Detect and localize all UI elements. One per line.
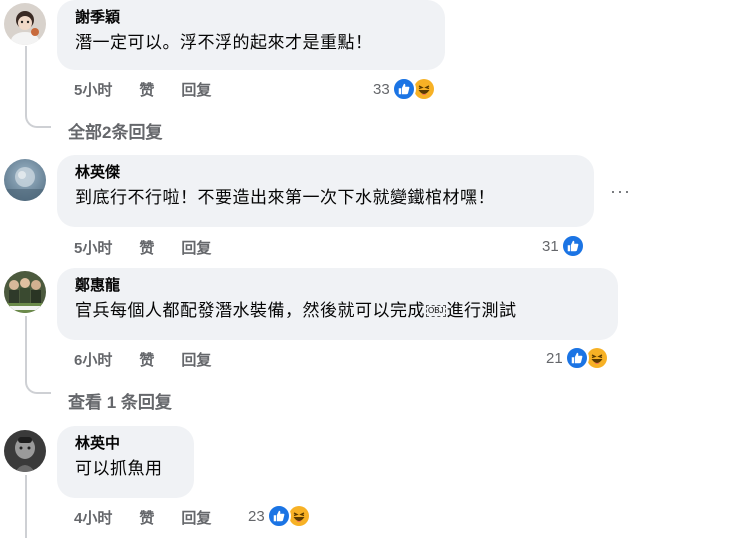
avatar[interactable] [4, 159, 46, 201]
reply-button[interactable]: 回复 [181, 82, 211, 99]
comment-actions: 6小时 赞 回复 [74, 349, 238, 370]
comment-text-part: 進行測試 [446, 301, 517, 320]
comment-time[interactable]: 6小时 [74, 352, 112, 369]
avatar[interactable] [4, 271, 46, 313]
comment-bubble: 謝季穎 潛一定可以。浮不浮的起來才是重點！ [57, 0, 445, 70]
object-replacement-glyph: OBJ [426, 305, 446, 317]
like-icon [391, 77, 416, 101]
reaction-summary[interactable]: 23 [248, 503, 311, 529]
comment-author[interactable]: 鄭惠龍 [75, 276, 604, 296]
comment-time[interactable]: 4小时 [74, 510, 112, 527]
reply-button[interactable]: 回复 [181, 240, 211, 257]
comment-text-part: 官兵每個人都配發潛水裝備，然後就可以完成 [75, 301, 425, 320]
like-button[interactable]: 赞 [139, 352, 154, 369]
like-icon [560, 234, 585, 258]
reaction-count: 33 [373, 80, 390, 98]
comment-actions: 4小时 赞 回复 [74, 507, 238, 528]
reaction-count: 23 [248, 507, 265, 525]
like-button[interactable]: 赞 [139, 82, 154, 99]
more-options-button[interactable]: ··· [610, 182, 631, 200]
view-replies-link[interactable]: 查看 1 条回复 [68, 388, 172, 413]
comment-author[interactable]: 林英傑 [75, 163, 580, 183]
thread-line-curve [25, 112, 51, 128]
comment-bubble: 林英中 可以抓魚用 [57, 426, 194, 498]
avatar[interactable] [4, 430, 46, 472]
comment-author[interactable]: 林英中 [75, 434, 180, 454]
comment-actions: 5小时 赞 回复 [74, 79, 238, 100]
comment-time[interactable]: 5小时 [74, 240, 112, 257]
like-button[interactable]: 赞 [139, 240, 154, 257]
comment-text: 到底行不行啦！不要造出來第一次下水就變鐵棺材嘿！ [75, 188, 495, 207]
thread-line [25, 475, 27, 538]
comment-time[interactable]: 5小时 [74, 82, 112, 99]
reply-button[interactable]: 回复 [181, 352, 211, 369]
view-replies-link[interactable]: 全部2条回复 [68, 118, 162, 143]
thread-line [25, 46, 27, 114]
like-icon [564, 346, 589, 370]
thread-line-curve [25, 378, 51, 394]
comment-bubble: 林英傑 到底行不行啦！不要造出來第一次下水就變鐵棺材嘿！ [57, 155, 594, 227]
reaction-summary[interactable]: 33 [373, 76, 436, 102]
reaction-summary[interactable]: 21 [546, 345, 609, 371]
comment-text: 潛一定可以。浮不浮的起來才是重點！ [75, 33, 373, 52]
reaction-count: 21 [546, 349, 563, 367]
comment-bubble: 鄭惠龍 官兵每個人都配發潛水裝備，然後就可以完成 OBJ 進行測試 [57, 268, 618, 340]
comment-text: 可以抓魚用 [75, 459, 163, 478]
like-icon [266, 504, 291, 528]
reply-button[interactable]: 回复 [181, 510, 211, 527]
reaction-count: 31 [542, 237, 559, 255]
comment-actions: 5小时 赞 回复 [74, 237, 238, 258]
comment-text: 官兵每個人都配發潛水裝備，然後就可以完成 OBJ 進行測試 [75, 298, 604, 324]
reaction-summary[interactable]: 31 [542, 233, 585, 259]
like-button[interactable]: 赞 [139, 510, 154, 527]
comment-author[interactable]: 謝季穎 [75, 8, 431, 28]
thread-line [25, 316, 27, 380]
avatar[interactable] [4, 3, 46, 45]
